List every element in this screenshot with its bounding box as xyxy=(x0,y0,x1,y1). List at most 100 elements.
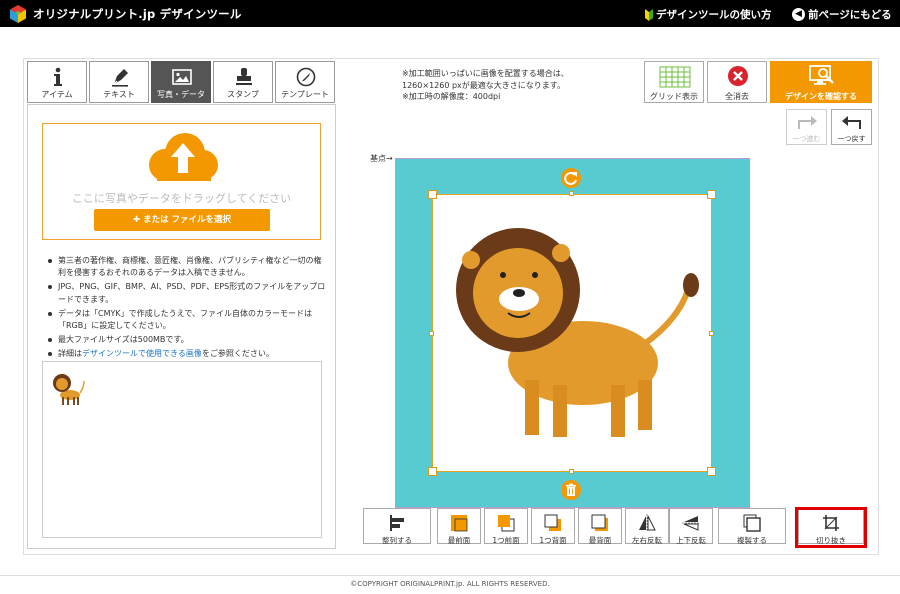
canvas-info: ※加工範囲いっぱいに画像を配置する場合は、 1260×1260 pxが最適な大き… xyxy=(402,68,569,103)
duplicate-icon xyxy=(743,514,761,532)
duplicate-button[interactable]: 複製する xyxy=(718,508,786,545)
bring-forward-button[interactable]: 1つ前面 xyxy=(484,508,528,545)
back-link[interactable]: ◀ 前ページにもどる xyxy=(792,7,892,22)
uploaded-image-thumbnail[interactable] xyxy=(50,369,90,407)
info-line: 1260×1260 pxが最適な大きさになります。 xyxy=(402,80,565,90)
confirm-label: デザインを確認する xyxy=(785,92,857,101)
flip-vertical-icon xyxy=(682,516,700,531)
origin-label: 基点→ xyxy=(370,154,393,163)
note-item: 最大ファイルサイズは500MBです。 xyxy=(46,334,326,346)
bring-forward-label: 1つ前面 xyxy=(492,536,520,545)
note-item: データは「CMYK」で作成したうえで、ファイル自体のカラーモードは「RGB」に設… xyxy=(46,308,326,333)
send-to-back-icon xyxy=(591,514,608,531)
rotate-icon xyxy=(564,172,577,185)
back-link-label: 前ページにもどる xyxy=(808,9,892,21)
bring-forward-icon xyxy=(498,515,515,532)
flip-horizontal-button[interactable]: 左右反転 xyxy=(625,508,669,545)
resize-handle-top-right[interactable] xyxy=(707,190,716,199)
placed-image[interactable] xyxy=(432,194,712,472)
clear-all-button[interactable]: 全消去 xyxy=(707,61,767,103)
tab-label: 写真・データ xyxy=(157,90,205,99)
resize-handle-bottom-right[interactable] xyxy=(707,467,716,476)
undo-label: 一つ戻す xyxy=(837,135,866,143)
tab-photo-data[interactable]: 写真・データ xyxy=(151,61,211,103)
lion-illustration xyxy=(456,228,699,437)
back-arrow-icon: ◀ xyxy=(792,8,805,21)
drop-instruction: ここに写真やデータをドラッグしてください xyxy=(71,192,292,205)
align-icon xyxy=(390,515,404,531)
align-button[interactable]: 整列する xyxy=(363,508,431,545)
info-icon xyxy=(54,67,62,86)
redo-label: 一つ進む xyxy=(792,135,821,143)
howto-link[interactable]: デザインツールの使い方 xyxy=(645,7,772,22)
monitor-search-icon xyxy=(809,65,834,85)
app-header: オリジナルプリント.jp デザインツール デザインツールの使い方 ◀ 前ページに… xyxy=(0,0,900,27)
select-file-button[interactable]: ✚ または ファイルを選択 xyxy=(94,209,270,231)
footer-divider xyxy=(0,575,900,576)
resize-handle-left[interactable] xyxy=(429,331,434,336)
align-label: 整列する xyxy=(382,536,412,545)
send-to-back-label: 最背面 xyxy=(588,536,612,545)
upload-notes: 第三者の著作権、商標権、意匠権、肖像権、パブリシティ権など一切の権利を侵害するお… xyxy=(46,255,326,362)
tab-label: アイテム xyxy=(41,90,73,99)
info-line: ※加工範囲いっぱいに画像を配置する場合は、 xyxy=(402,69,569,78)
tab-text[interactable]: テキスト xyxy=(89,61,149,103)
note-prefix: 詳細は xyxy=(58,348,82,358)
send-backward-label: 1つ背面 xyxy=(539,536,567,545)
tab-label: スタンプ xyxy=(227,90,259,99)
resize-handle-top-left[interactable] xyxy=(428,190,437,199)
crop-button-highlight xyxy=(795,507,867,548)
select-file-label: または ファイルを選択 xyxy=(143,215,232,225)
bring-to-front-button[interactable]: 最前面 xyxy=(437,508,481,545)
resize-handle-bottom[interactable] xyxy=(569,469,574,474)
send-backward-button[interactable]: 1つ背面 xyxy=(531,508,575,545)
howto-link-label: デザインツールの使い方 xyxy=(656,9,772,21)
trash-icon xyxy=(566,483,576,496)
info-line: ※加工時の解像度：400dpi xyxy=(402,92,501,101)
stamp-icon xyxy=(236,68,252,85)
logo-cube-icon xyxy=(10,5,26,23)
duplicate-label: 複製する xyxy=(737,536,767,545)
undo-arrow-icon xyxy=(842,116,861,129)
note-item: JPG、PNG、GIF、BMP、AI、PSD、PDF、EPS形式のファイルをアッ… xyxy=(46,281,326,306)
resize-handle-bottom-left[interactable] xyxy=(428,467,437,476)
tool-tabs: アイテム テキスト 写真・データ スタンプ テンプレート xyxy=(27,61,336,103)
send-backward-icon xyxy=(544,514,561,531)
tab-template[interactable]: テンプレート xyxy=(275,61,335,103)
flip-vertical-button[interactable]: 上下反転 xyxy=(669,508,713,545)
grid-icon xyxy=(659,66,691,88)
copyright-text: ©COPYRIGHT ORIGINALPRINT.jp. ALL RIGHTS … xyxy=(350,580,550,588)
clear-label: 全消去 xyxy=(725,92,749,101)
resize-handle-top[interactable] xyxy=(569,191,574,196)
template-icon xyxy=(296,67,316,87)
pen-icon xyxy=(112,69,128,87)
tab-item[interactable]: アイテム xyxy=(27,61,87,103)
beginner-mark-icon xyxy=(645,8,653,21)
redo-arrow-icon xyxy=(798,116,817,129)
send-to-back-button[interactable]: 最背面 xyxy=(578,508,622,545)
usable-images-link[interactable]: デザインツールで使用できる画像 xyxy=(82,349,202,358)
grid-label: グリッド表示 xyxy=(650,92,698,101)
note-suffix: をご参照ください。 xyxy=(201,348,274,358)
note-item-details: 詳細はデザインツールで使用できる画像をご参照ください。 xyxy=(46,348,326,360)
resize-handle-right[interactable] xyxy=(709,331,714,336)
tab-stamp[interactable]: スタンプ xyxy=(213,61,273,103)
grid-toggle-button[interactable]: グリッド表示 xyxy=(644,61,704,103)
undo-button[interactable]: 一つ戻す xyxy=(831,109,872,145)
brand-title: オリジナルプリント.jp デザインツール xyxy=(33,7,242,21)
close-circle-icon xyxy=(728,66,748,86)
bring-to-front-icon xyxy=(451,515,468,532)
flip-horizontal-label: 左右反転 xyxy=(632,536,662,545)
delete-handle[interactable] xyxy=(561,480,581,500)
bring-to-front-label: 最前面 xyxy=(447,536,471,545)
plus-icon: ✚ xyxy=(132,215,144,225)
confirm-design-button[interactable]: デザインを確認する xyxy=(770,61,872,103)
redo-button[interactable]: 一つ進む xyxy=(786,109,827,145)
flip-horizontal-icon xyxy=(639,514,656,532)
tab-label: テキスト xyxy=(103,90,135,99)
image-icon xyxy=(172,69,192,85)
rotate-handle[interactable] xyxy=(561,168,581,188)
tab-label: テンプレート xyxy=(281,90,329,99)
flip-vertical-label: 上下反転 xyxy=(676,536,706,545)
note-item: 第三者の著作権、商標権、意匠権、肖像権、パブリシティ権など一切の権利を侵害するお… xyxy=(46,255,326,280)
